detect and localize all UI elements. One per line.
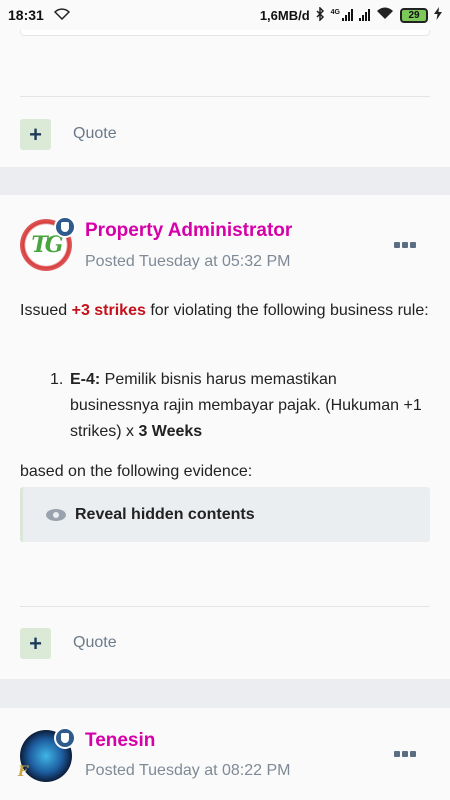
multi-quote-button[interactable]: + — [20, 119, 51, 150]
quote-button[interactable]: Quote — [73, 634, 117, 652]
plus-icon: + — [29, 121, 42, 147]
wifi-icon-2 — [376, 7, 394, 23]
moderator-shield-icon — [54, 216, 76, 238]
post-date[interactable]: Posted Tuesday at 08:22 PM — [85, 762, 290, 780]
rule-code: E-4: — [70, 371, 101, 388]
avatar-logo: TG — [31, 232, 63, 258]
strikes-count: +3 strikes — [71, 302, 146, 319]
post-card: F Tenesin Posted Tuesday at 08:22 PM — [0, 708, 450, 800]
multi-quote-button[interactable]: + — [20, 628, 51, 659]
list-item: E-4: Pemilik bisnis harus memastikan bus… — [50, 367, 430, 445]
network-speed: 1,6MB/d — [259, 7, 310, 23]
post-username[interactable]: Tenesin — [85, 730, 155, 752]
rule-list: 1. E-4: Pemilik bisnis harus memastikan … — [50, 367, 430, 445]
post-divider — [20, 606, 430, 607]
reveal-hidden-contents-button[interactable]: Reveal hidden contents — [20, 487, 430, 542]
status-time: 18:31 — [8, 7, 44, 23]
bluetooth-icon — [316, 5, 325, 24]
eye-icon — [46, 508, 66, 521]
post-username[interactable]: Property Administrator — [85, 220, 292, 242]
previous-content-edge — [20, 30, 430, 36]
post-card: TG Property Administrator Posted Tuesday… — [0, 195, 450, 679]
evidence-text: based on the following evidence: — [20, 463, 253, 480]
post-divider — [20, 96, 430, 97]
avatar-logo: F — [18, 764, 28, 780]
status-bar: 18:31 1,6MB/d 4G 29 — [0, 0, 450, 30]
rule-text: Pemilik bisnis harus memastikan business… — [70, 371, 422, 440]
rule-duration: 3 Weeks — [138, 423, 203, 440]
plus-icon: + — [29, 630, 42, 656]
signal-icon: 4G — [331, 9, 353, 21]
previous-post-card: + Quote — [0, 30, 450, 167]
post-intro: Issued +3 strikes for violating the foll… — [20, 298, 430, 324]
intro-before: Issued — [20, 302, 72, 319]
post-date[interactable]: Posted Tuesday at 05:32 PM — [85, 253, 290, 271]
more-options-icon[interactable] — [394, 751, 416, 757]
charging-icon — [434, 7, 442, 23]
moderator-shield-icon — [54, 727, 76, 749]
rule-number: 1. — [50, 371, 64, 388]
battery-icon: 29 — [400, 7, 428, 23]
signal-icon-2 — [359, 9, 370, 21]
spoiler-label: Reveal hidden contents — [75, 505, 255, 523]
quote-button[interactable]: Quote — [73, 125, 117, 143]
intro-after: for violating the following business rul… — [145, 302, 429, 319]
wifi-icon — [53, 7, 70, 23]
more-options-icon[interactable] — [394, 242, 416, 248]
